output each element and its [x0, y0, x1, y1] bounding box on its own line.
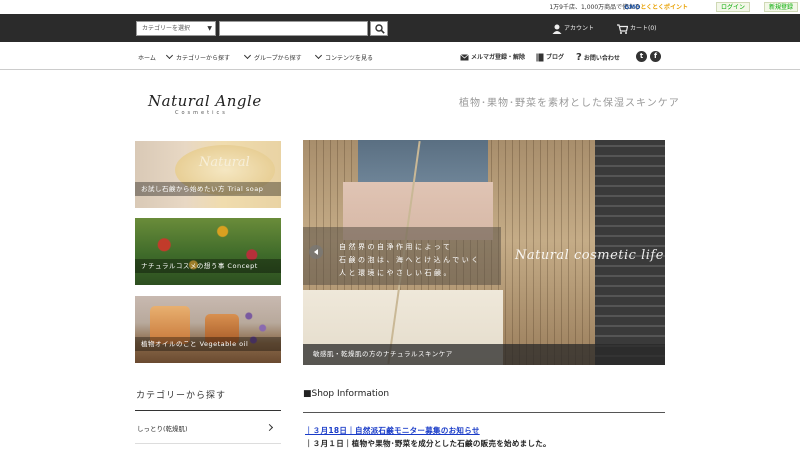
nav-content[interactable]: コンテンツを見る	[314, 51, 373, 62]
banner-caption: お試し石鹸から始めたい方 Trial soap	[135, 182, 281, 196]
blog-link[interactable]: ブログ	[536, 52, 564, 62]
news-item: ｜３月１日｜植物や果物･野菜を成分とした石鹸の販売を始めました。	[305, 439, 551, 448]
gmo-point-logo[interactable]: GMOとくとくポイント	[624, 2, 688, 11]
site-logo-sub: Cosmetics	[175, 110, 228, 116]
cart-icon	[617, 23, 629, 34]
search-icon	[375, 24, 385, 34]
facebook-icon[interactable]: f	[650, 51, 661, 62]
nav-home[interactable]: ホーム	[138, 53, 156, 62]
divider	[303, 412, 665, 413]
contact-link[interactable]: ? お問い合わせ	[576, 52, 620, 63]
chevron-down-icon: ▼	[207, 25, 212, 32]
site-tagline: 植物･果物･野菜を素材とした保湿スキンケア	[459, 98, 680, 109]
twitter-icon[interactable]: t	[636, 51, 647, 62]
chevron-right-icon	[265, 423, 274, 432]
news-link[interactable]: ｜３月18日｜自然派石鹸モニター募集のお知らせ	[305, 425, 480, 436]
hero-script-text: Natural cosmetic life	[515, 248, 664, 263]
newsletter-link[interactable]: メルマガ登録・解除	[460, 52, 525, 61]
chevron-down-icon	[243, 51, 252, 60]
hero-copy-line: 石鹸の泡は、海へとけ込んでいく	[339, 256, 481, 264]
divider	[135, 410, 281, 411]
search-button[interactable]	[370, 21, 388, 36]
login-button[interactable]: ログイン	[715, 2, 750, 12]
category-item[interactable]: しっとり(乾燥肌)	[135, 412, 281, 444]
site-logo[interactable]: Natural Angle	[148, 92, 262, 110]
soap-bar-image	[358, 140, 488, 185]
cart-link[interactable]: カート(0)	[617, 23, 657, 34]
hero-copy-line: 人と環境にやさしい石鹸。	[339, 269, 453, 277]
register-button[interactable]: 新規登録	[763, 2, 798, 12]
banner-vegetable-oil[interactable]: 植物オイルのこと Vegetable oil	[135, 296, 281, 363]
main-nav: ホーム カテゴリーから探す グループから探す コンテンツを見る メルマガ登録・解…	[0, 42, 800, 70]
header-bar: カテゴリーを選択 ▼ アカウント カート(0)	[0, 14, 800, 42]
top-strip: 1万9千店、1,000万商品で使える GMOとくとくポイント ログイン 新規登録	[0, 0, 800, 14]
banner-caption: ナチュラルコスメの想う事 Concept	[135, 259, 281, 273]
slider-prev-icon[interactable]	[309, 245, 323, 259]
shop-info-heading: ■Shop Information	[303, 389, 390, 399]
mail-icon	[460, 54, 469, 61]
book-icon	[536, 53, 544, 62]
category-item-label: しっとり(乾燥肌)	[137, 425, 188, 433]
category-select[interactable]: カテゴリーを選択 ▼	[136, 21, 216, 36]
nav-group[interactable]: グループから探す	[243, 51, 302, 62]
search-input[interactable]	[219, 21, 368, 36]
nav-category[interactable]: カテゴリーから探す	[165, 51, 230, 62]
category-heading: カテゴリーから探す	[136, 391, 227, 401]
account-link[interactable]: アカウント	[552, 23, 594, 34]
banner-trial-soap[interactable]: Natural お試し石鹸から始めたい方 Trial soap	[135, 141, 281, 208]
soap-imprint-text: Natural	[199, 155, 250, 170]
hero-slider[interactable]: 自然界の自浄作用によって 石鹸の泡は、海へとけ込んでいく 人と環境にやさしい石鹸…	[303, 140, 665, 365]
banner-concept[interactable]: ナチュラルコスメの想う事 Concept	[135, 218, 281, 285]
chevron-down-icon	[165, 51, 174, 60]
user-icon	[552, 24, 562, 34]
question-icon: ?	[576, 52, 582, 63]
chevron-down-icon	[314, 51, 323, 60]
hero-caption[interactable]: 敏感肌・乾燥肌の方のナチュラルスキンケア	[303, 344, 665, 365]
hero-copy-line: 自然界の自浄作用によって	[339, 243, 453, 251]
banner-caption: 植物オイルのこと Vegetable oil	[135, 337, 281, 351]
